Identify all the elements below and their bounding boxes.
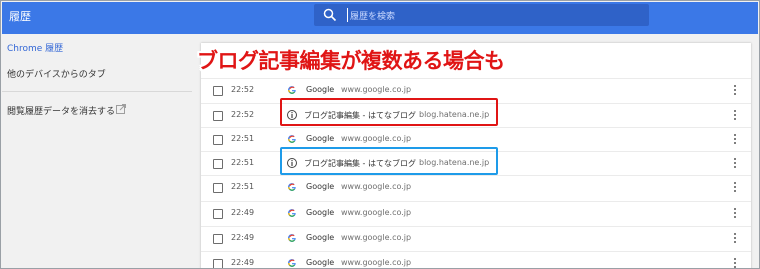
row-domain: www.google.co.jp bbox=[341, 85, 412, 94]
row-checkbox[interactable] bbox=[213, 183, 223, 193]
red-highlight-box bbox=[280, 98, 498, 126]
row-checkbox[interactable] bbox=[213, 259, 223, 268]
row-checkbox[interactable] bbox=[213, 135, 223, 145]
google-icon bbox=[288, 86, 296, 94]
page-title: 履歴 bbox=[9, 10, 31, 23]
row-divider bbox=[201, 78, 751, 79]
more-actions-icon[interactable] bbox=[731, 207, 739, 221]
google-icon bbox=[288, 209, 296, 217]
row-title[interactable]: Google bbox=[306, 85, 334, 94]
google-icon bbox=[288, 183, 296, 191]
row-title[interactable]: Google bbox=[306, 182, 334, 191]
row-divider bbox=[201, 251, 751, 252]
more-actions-icon[interactable] bbox=[731, 181, 739, 195]
row-checkbox[interactable] bbox=[213, 86, 223, 96]
open-in-new-icon bbox=[116, 104, 126, 114]
row-checkbox[interactable] bbox=[213, 111, 223, 121]
row-checkbox[interactable] bbox=[213, 209, 223, 219]
row-divider bbox=[201, 175, 751, 176]
annotation-caption: ブログ記事編集が複数ある場合も bbox=[197, 49, 505, 73]
text-caret bbox=[347, 8, 348, 22]
sidebar-item-other-devices[interactable]: 他のデバイスからのタブ bbox=[7, 67, 106, 80]
more-actions-icon[interactable] bbox=[731, 157, 739, 171]
row-divider bbox=[201, 127, 751, 128]
row-time: 22:49 bbox=[231, 233, 255, 242]
search-placeholder: 履歴を検索 bbox=[350, 12, 396, 22]
row-title[interactable]: Google bbox=[306, 134, 334, 143]
row-domain: www.google.co.jp bbox=[341, 182, 412, 191]
google-icon bbox=[288, 135, 296, 143]
row-domain: www.google.co.jp bbox=[341, 233, 412, 242]
more-actions-icon[interactable] bbox=[731, 133, 739, 147]
search-icon bbox=[323, 8, 337, 22]
more-actions-icon[interactable] bbox=[731, 257, 739, 268]
row-time: 22:51 bbox=[231, 158, 255, 167]
row-time: 22:49 bbox=[231, 208, 255, 217]
row-domain: www.google.co.jp bbox=[341, 134, 412, 143]
row-title[interactable]: Google bbox=[306, 208, 334, 217]
row-title[interactable]: Google bbox=[306, 258, 334, 267]
row-time: 22:51 bbox=[231, 182, 255, 191]
more-actions-icon[interactable] bbox=[731, 84, 739, 98]
row-domain: www.google.co.jp bbox=[341, 258, 412, 267]
more-actions-icon[interactable] bbox=[731, 232, 739, 246]
sidebar-item-chrome-history[interactable]: Chrome 履歴 bbox=[7, 41, 63, 54]
row-time: 22:49 bbox=[231, 258, 255, 267]
row-checkbox[interactable] bbox=[213, 159, 223, 169]
row-checkbox[interactable] bbox=[213, 234, 223, 244]
window-frame: 履歴 履歴を検索 Chrome 履歴 他のデバイスからのタブ 閲覧履歴データを消… bbox=[0, 0, 760, 269]
row-time: 22:52 bbox=[231, 110, 255, 119]
row-domain: www.google.co.jp bbox=[341, 208, 412, 217]
sidebar-divider bbox=[2, 91, 192, 92]
history-row[interactable]: 22:49 Google www.google.co.jp bbox=[201, 251, 751, 268]
more-actions-icon[interactable] bbox=[731, 109, 739, 123]
row-title[interactable]: Google bbox=[306, 233, 334, 242]
row-time: 22:52 bbox=[231, 85, 255, 94]
search-input[interactable]: 履歴を検索 bbox=[314, 4, 649, 26]
sidebar-item-clear-browsing-data[interactable]: 閲覧履歴データを消去する bbox=[7, 104, 115, 117]
top-bar: 履歴 履歴を検索 bbox=[2, 2, 758, 34]
row-time: 22:51 bbox=[231, 134, 255, 143]
history-row[interactable]: 22:49 Google www.google.co.jp bbox=[201, 201, 751, 226]
row-divider bbox=[201, 201, 751, 202]
google-icon bbox=[288, 259, 296, 267]
row-divider bbox=[201, 226, 751, 227]
history-row[interactable]: 22:49 Google www.google.co.jp bbox=[201, 226, 751, 251]
blue-highlight-box bbox=[280, 147, 498, 175]
google-icon bbox=[288, 234, 296, 242]
sidebar: Chrome 履歴 他のデバイスからのタブ 閲覧履歴データを消去する bbox=[2, 34, 192, 268]
history-row[interactable]: 22:51 Google www.google.co.jp bbox=[201, 175, 751, 200]
